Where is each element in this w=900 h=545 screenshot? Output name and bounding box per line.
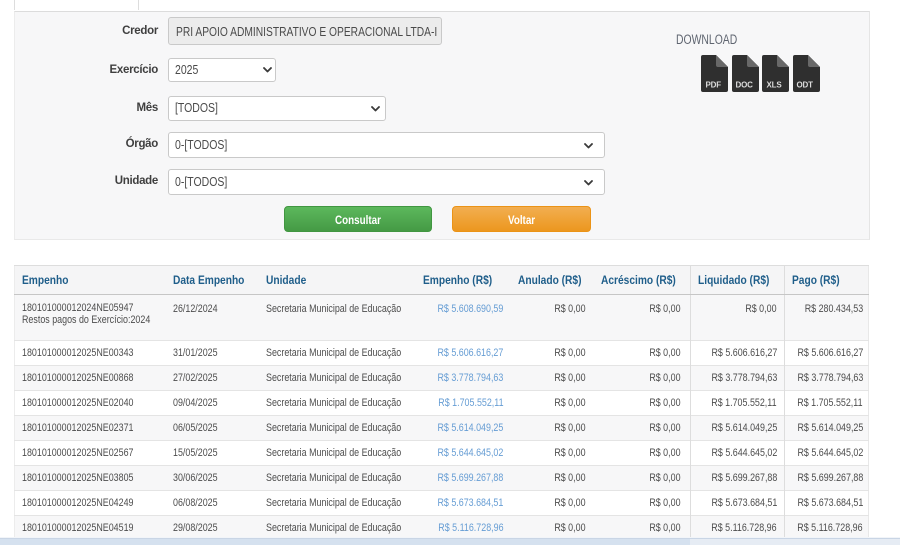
svg-text:ODT: ODT: [796, 81, 813, 90]
svg-text:PDF: PDF: [706, 81, 722, 90]
svg-text:DOC: DOC: [735, 81, 753, 90]
svg-text:XLS: XLS: [767, 81, 783, 90]
